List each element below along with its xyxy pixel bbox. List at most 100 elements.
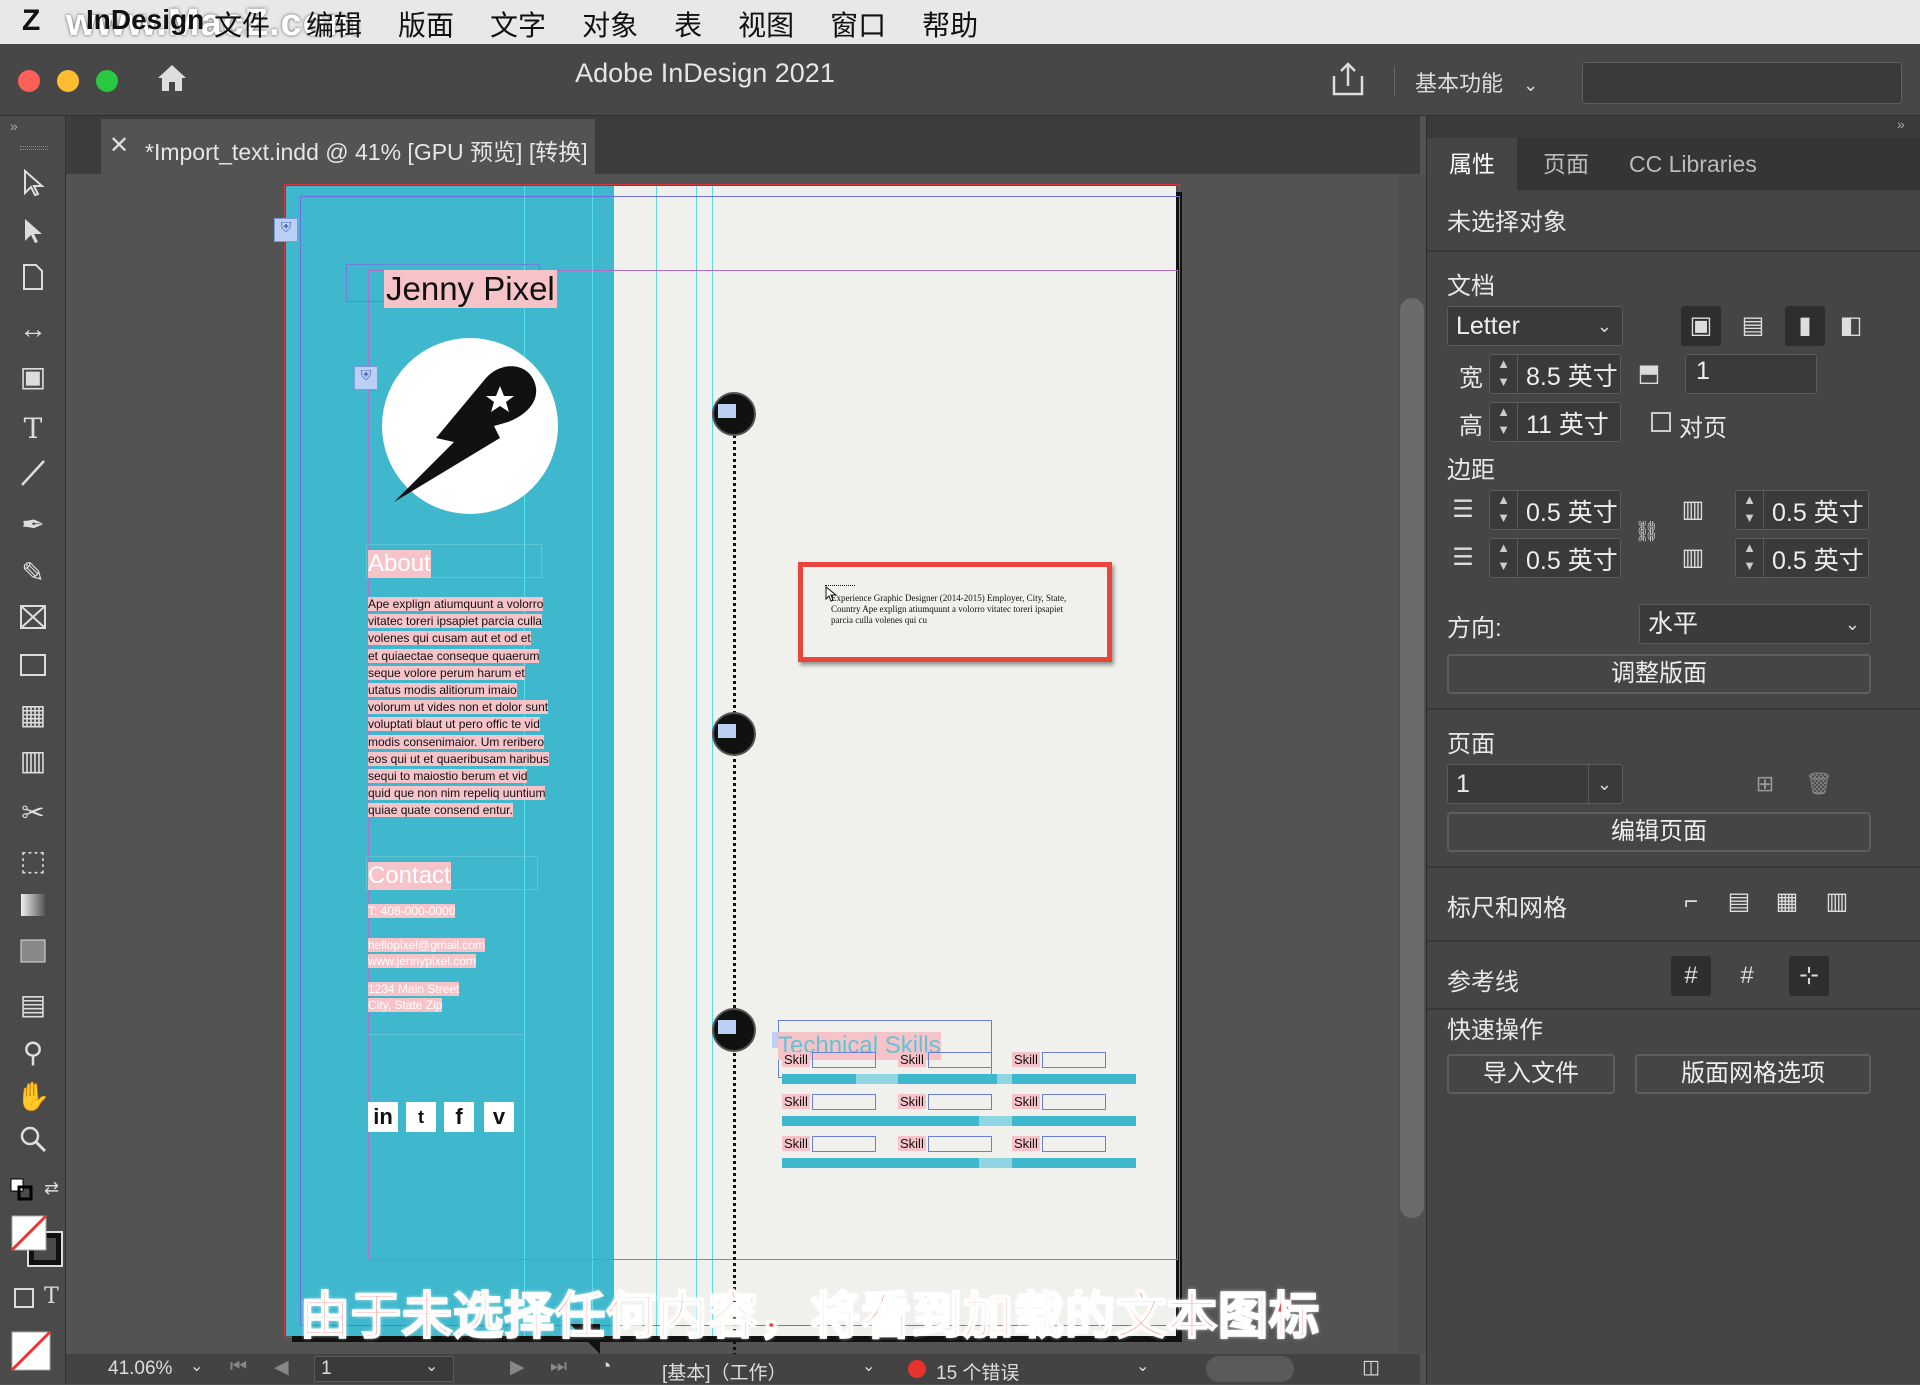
last-page-icon[interactable]: ⏭ xyxy=(550,1356,567,1378)
import-file-button[interactable]: 导入文件 xyxy=(1447,1054,1615,1094)
apply-none-icon[interactable] xyxy=(10,1330,52,1372)
stepper-icon[interactable]: ▲ ▼ xyxy=(1490,539,1518,577)
menu-app-name[interactable]: InDesign xyxy=(86,4,204,36)
baseline-grid-icon[interactable]: ▤ xyxy=(1719,882,1759,922)
fill-stroke-swatch[interactable] xyxy=(10,1214,66,1270)
margin-left-field[interactable]: ▲ ▼ 0.5 英寸 xyxy=(1735,490,1869,530)
lock-icon[interactable] xyxy=(718,1020,736,1034)
ruler-icon[interactable]: ⌐ xyxy=(1671,882,1711,922)
height-field[interactable]: ▲ ▼ 11 英寸 xyxy=(1489,402,1621,442)
content-collector-tool-icon[interactable]: ▣ xyxy=(14,358,52,396)
margin-right-field[interactable]: ▲ ▼ 0.5 英寸 xyxy=(1735,538,1869,578)
lock-icon[interactable]: ⛨ xyxy=(354,366,378,390)
swap-fill-stroke-icon[interactable]: ⇄ xyxy=(44,1178,59,1199)
text-frame[interactable] xyxy=(1042,1052,1106,1068)
grid-tool-icon[interactable]: ▥ xyxy=(14,742,52,780)
next-page-icon[interactable]: ▶ xyxy=(510,1356,525,1379)
delete-page-icon[interactable]: 🗑 xyxy=(1799,764,1839,804)
lock-icon[interactable] xyxy=(718,404,736,418)
chevron-down-icon[interactable]: ⌄ xyxy=(862,1356,875,1376)
link-margins-icon[interactable]: ⛓ xyxy=(1627,512,1667,552)
portrait-orientation-icon[interactable]: ▮ xyxy=(1785,306,1825,346)
horizontal-scrollbar[interactable] xyxy=(1206,1356,1294,1382)
loaded-text-callout[interactable]: Experience Graphic Designer (2014-2015) … xyxy=(798,562,1112,662)
page-number-field[interactable]: 1 ⌄ xyxy=(314,1356,454,1382)
selection-tool-icon[interactable] xyxy=(14,168,52,206)
adjust-layout-button[interactable]: 调整版面 xyxy=(1447,654,1871,694)
menu-help[interactable]: 帮助 xyxy=(922,4,978,44)
note-tool-icon[interactable]: ▤ xyxy=(14,986,52,1024)
preflight-profile[interactable]: [基本]（工作） xyxy=(662,1358,787,1385)
text-frame[interactable] xyxy=(812,1136,876,1152)
stepper-icon[interactable]: ▲ ▼ xyxy=(1490,355,1518,393)
close-window-button[interactable] xyxy=(18,70,40,92)
text-frame[interactable] xyxy=(1042,1136,1106,1152)
pen-tool-icon[interactable]: ✒ xyxy=(14,506,52,544)
add-page-icon[interactable]: ⊞ xyxy=(1745,764,1785,804)
page-dropdown[interactable]: 1 ⌄ xyxy=(1447,764,1623,804)
menu-type[interactable]: 文字 xyxy=(490,4,546,44)
landscape-orientation-icon[interactable]: ◧ xyxy=(1831,306,1871,346)
stepper-icon[interactable]: ▲ ▼ xyxy=(1736,539,1764,577)
vertical-scrollbar[interactable] xyxy=(1398,174,1426,1354)
workspace-switcher[interactable]: 基本功能 ⌄ xyxy=(1415,66,1538,98)
page-tool-icon[interactable] xyxy=(14,262,52,300)
facing-pages-checkbox[interactable] xyxy=(1651,412,1671,432)
edit-page-button[interactable]: 编辑页面 xyxy=(1447,812,1871,852)
chevron-down-icon[interactable]: ⌄ xyxy=(1136,1356,1149,1376)
collapse-panel-icon[interactable]: » xyxy=(10,118,18,134)
grip-icon[interactable] xyxy=(20,146,48,150)
rectangle-tool-icon[interactable] xyxy=(14,650,52,688)
gradient-feather-tool-icon[interactable] xyxy=(14,936,52,974)
margin-top-field[interactable]: ▲ ▼ 0.5 英寸 xyxy=(1489,490,1621,530)
error-count[interactable]: 15 个错误 xyxy=(936,1358,1019,1385)
search-input[interactable] xyxy=(1582,62,1902,104)
show-guides-icon[interactable]: # xyxy=(1671,956,1711,996)
minimize-window-button[interactable] xyxy=(57,70,79,92)
menu-view[interactable]: 视图 xyxy=(738,4,794,44)
text-frame[interactable] xyxy=(928,1136,992,1152)
menu-layout[interactable]: 版面 xyxy=(398,4,454,44)
rectangle-frame-tool-icon[interactable] xyxy=(14,602,52,640)
collapse-panel-icon[interactable]: » xyxy=(1897,116,1905,132)
stepper-icon[interactable]: ▲ ▼ xyxy=(1736,491,1764,529)
default-fill-stroke-icon[interactable] xyxy=(10,1178,34,1202)
first-page-icon[interactable]: ⏮ xyxy=(230,1356,247,1378)
lock-icon[interactable] xyxy=(718,724,736,738)
menu-edit[interactable]: 编辑 xyxy=(306,4,362,44)
text-frame[interactable] xyxy=(812,1052,876,1068)
scissors-tool-icon[interactable]: ✂ xyxy=(14,794,52,832)
hand-tool-icon[interactable]: ✋ xyxy=(14,1078,52,1116)
document-canvas[interactable]: ⛨ ⛨ Jenny Pixel About Ape explign atiumq… xyxy=(66,174,1396,1354)
smart-guides-icon[interactable]: ⊹ xyxy=(1789,956,1829,996)
close-icon[interactable]: ✕ xyxy=(109,131,129,160)
split-view-icon[interactable]: ◫ xyxy=(1362,1356,1380,1379)
lock-guides-icon[interactable]: # xyxy=(1727,956,1767,996)
formatting-container-icon[interactable] xyxy=(14,1288,34,1308)
preflight-icon[interactable]: ◔ xyxy=(600,1356,611,1378)
tab-cc-libraries[interactable]: CC Libraries xyxy=(1607,138,1779,190)
document-tab[interactable]: ✕ *Import_text.indd @ 41% [GPU 预览] [转换] xyxy=(100,118,596,174)
text-frame[interactable] xyxy=(928,1094,992,1110)
lock-icon[interactable]: ⛨ xyxy=(274,218,298,242)
gap-tool-icon[interactable]: ↔ xyxy=(14,310,52,348)
pencil-tool-icon[interactable]: ✎ xyxy=(14,554,52,592)
chevron-down-icon[interactable]: ⌄ xyxy=(190,1356,203,1376)
table-tool-icon[interactable]: ▦ xyxy=(14,696,52,734)
linkedin-icon[interactable]: in xyxy=(368,1102,398,1132)
direct-selection-tool-icon[interactable] xyxy=(14,216,52,254)
formatting-text-icon[interactable]: T xyxy=(44,1284,59,1309)
document-grid-icon[interactable]: ▦ xyxy=(1767,882,1807,922)
scrollbar-thumb[interactable] xyxy=(1400,298,1424,1218)
menu-object[interactable]: 对象 xyxy=(582,4,638,44)
type-tool-icon[interactable]: T xyxy=(14,410,52,448)
eyedropper-tool-icon[interactable]: ⚲ xyxy=(14,1034,52,1072)
margin-bottom-field[interactable]: ▲ ▼ 0.5 英寸 xyxy=(1489,538,1621,578)
page-size-dropdown[interactable]: Letter ⌄ xyxy=(1447,306,1623,346)
tab-properties[interactable]: 属性 xyxy=(1427,138,1517,190)
stepper-icon[interactable]: ▲ ▼ xyxy=(1490,403,1518,441)
text-frame[interactable] xyxy=(812,1094,876,1110)
tab-pages[interactable]: 页面 xyxy=(1521,138,1611,190)
pages-count-field[interactable]: 1 xyxy=(1685,354,1817,394)
text-frame[interactable] xyxy=(928,1052,992,1068)
